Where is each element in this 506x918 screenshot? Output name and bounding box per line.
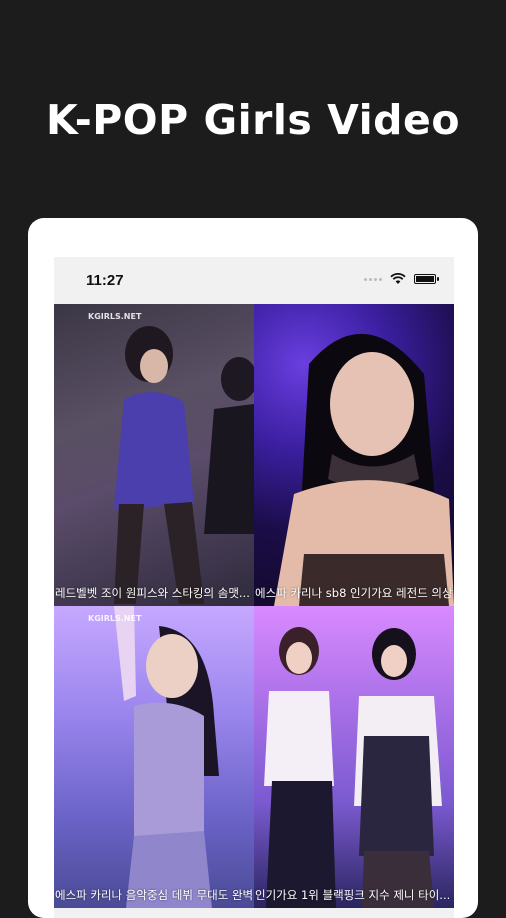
video-grid: KGIRLS.NET 레드벨벳 조이 원피스와 스타킹의 솜맷... 에스파 카… — [54, 304, 454, 908]
status-time: 11:27 — [86, 272, 124, 289]
video-title: 인기가요 1위 블랙핑크 지수 제니 타이... — [255, 888, 451, 902]
battery-icon — [414, 274, 439, 284]
performers-silhouette — [264, 627, 442, 908]
video-thumbnail — [254, 304, 454, 606]
video-thumbnail — [54, 606, 254, 908]
video-watermark: KGIRLS.NET — [88, 614, 142, 623]
performer-silhouette — [114, 606, 219, 908]
video-tile[interactable]: KGIRLS.NET 레드벨벳 조이 원피스와 스타킹의 솜맷... — [54, 304, 254, 606]
video-tile[interactable]: 에스파 카리나 sb8 인기가요 레전드 의상 — [254, 304, 454, 606]
performer-silhouette — [114, 326, 254, 604]
video-watermark: KGIRLS.NET — [88, 312, 142, 321]
phone-screen: 11:27 KGIRLS.NET 레드벨벳 조이 원피스와 스타킹의 솜맷...… — [54, 257, 454, 918]
status-bar: 11:27 — [54, 257, 454, 304]
performer-silhouette — [274, 333, 454, 606]
video-thumbnail — [254, 606, 454, 908]
video-thumbnail — [54, 304, 254, 606]
video-title: 에스파 카리나 sb8 인기가요 레전드 의상 — [255, 586, 453, 600]
device-frame: 11:27 KGIRLS.NET 레드벨벳 조이 원피스와 스타킹의 솜맷...… — [28, 218, 478, 918]
video-tile[interactable]: 인기가요 1위 블랙핑크 지수 제니 타이... — [254, 606, 454, 908]
video-title: 레드벨벳 조이 원피스와 스타킹의 솜맷... — [55, 586, 250, 600]
video-tile[interactable]: KGIRLS.NET 에스파 카리나 음악중심 데뷔 무대도 완벽 — [54, 606, 254, 908]
video-title: 에스파 카리나 음악중심 데뷔 무대도 완벽 — [55, 888, 254, 902]
wifi-icon — [390, 273, 406, 284]
signal-icon — [364, 277, 382, 281]
status-icons — [364, 273, 439, 285]
app-headline: K-POP Girls Video — [46, 96, 460, 144]
